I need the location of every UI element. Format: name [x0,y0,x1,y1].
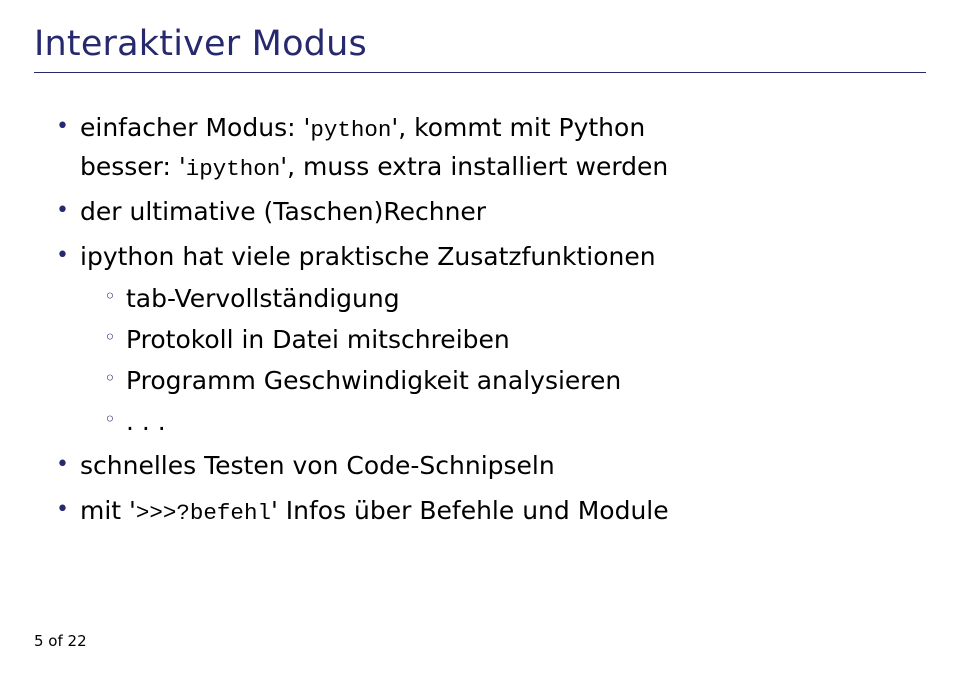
slide-title: Interaktiver Modus [34,24,926,64]
text: der ultimative (Taschen)Rechner [80,197,486,226]
title-rule [34,72,926,73]
slide: Interaktiver Modus einfacher Modus: 'pyt… [0,0,960,690]
text: ', muss extra installiert werden [280,152,668,181]
code-ipython: ipython [186,156,281,182]
text: tab-Vervollständigung [126,284,400,313]
bullet-item-2: der ultimative (Taschen)Rechner [60,193,926,232]
text: . . . [126,407,166,436]
sub-bullet-4: . . . [108,403,926,442]
bullet-item-1: einfacher Modus: 'python', kommt mit Pyt… [60,109,926,187]
text: schnelles Testen von Code-Schnipseln [80,451,555,480]
text: besser: ' [80,152,186,181]
text: ' Infos über Befehle und Module [271,496,669,525]
sub-bullet-1: tab-Vervollständigung [108,280,926,319]
bullet-item-5: mit '>>>?befehl' Infos über Befehle und … [60,492,926,531]
page-number: 5 of 22 [34,632,87,650]
bullet-item-1-line2: besser: 'ipython', muss extra installier… [80,148,926,187]
text: ', kommt mit Python [391,113,645,142]
sub-bullet-2: Protokoll in Datei mitschreiben [108,321,926,360]
sub-bullet-3: Programm Geschwindigkeit analysieren [108,362,926,401]
sub-bullet-list: tab-Vervollständigung Protokoll in Datei… [80,280,926,441]
bullet-item-4: schnelles Testen von Code-Schnipseln [60,447,926,486]
code-befehl: >>>?befehl [136,500,271,526]
bullet-list: einfacher Modus: 'python', kommt mit Pyt… [36,109,926,531]
slide-content: einfacher Modus: 'python', kommt mit Pyt… [34,109,926,531]
text: ipython hat viele praktische Zusatzfunkt… [80,242,656,271]
text: einfacher Modus: ' [80,113,310,142]
code-python: python [310,117,391,143]
text: Protokoll in Datei mitschreiben [126,325,510,354]
text: Programm Geschwindigkeit analysieren [126,366,621,395]
text: mit ' [80,496,136,525]
bullet-item-3: ipython hat viele praktische Zusatzfunkt… [60,238,926,442]
